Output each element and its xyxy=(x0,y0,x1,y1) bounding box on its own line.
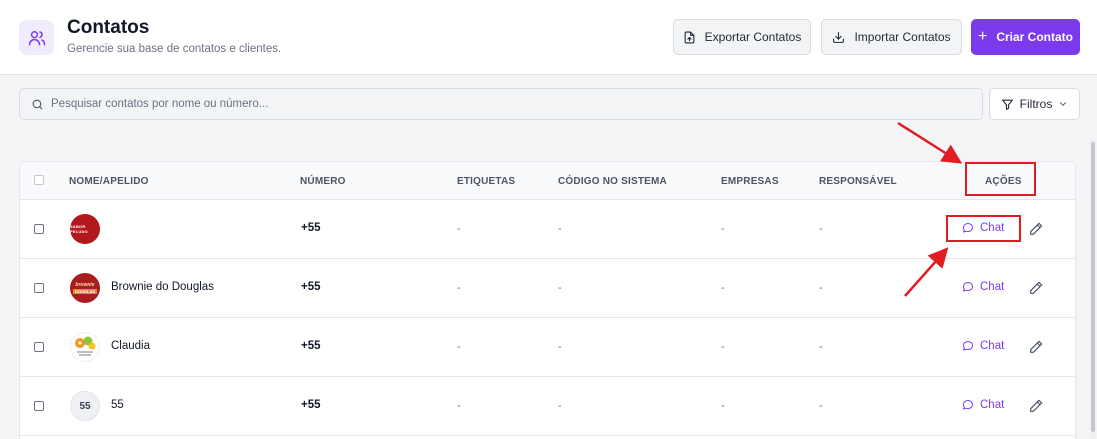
column-header-companies[interactable]: EMPRESAS xyxy=(721,176,779,187)
contact-system-code: - xyxy=(558,341,562,353)
table-row: SABOR PELUDO +55 - - - - Chat xyxy=(20,200,1075,259)
edit-pencil-icon[interactable] xyxy=(1028,221,1044,237)
column-header-system-code[interactable]: CÓDIGO NO SISTEMA xyxy=(558,176,667,187)
chat-label: Chat xyxy=(980,340,1005,352)
contact-name: 55 xyxy=(111,399,124,411)
chevron-down-icon xyxy=(1060,102,1067,106)
export-contacts-button[interactable]: Exportar Contatos xyxy=(673,19,811,55)
chat-bubble-icon xyxy=(963,282,973,292)
users-icon xyxy=(19,20,54,55)
contact-name: Claudia xyxy=(111,340,150,352)
chat-bubble-icon xyxy=(963,400,973,410)
row-checkbox[interactable] xyxy=(34,283,44,293)
edit-pencil-icon[interactable] xyxy=(1028,280,1044,296)
avatar: SABOR PELUDO xyxy=(70,214,100,244)
contacts-table: NOME/APELIDO NÚMERO ETIQUETAS CÓDIGO NO … xyxy=(19,161,1076,439)
arrow-to-actions-header xyxy=(897,121,963,164)
avatar: brownie DOUGLAS xyxy=(70,273,100,303)
contact-tags: - xyxy=(457,282,461,294)
table-row: 55 55 +55 - - - - Chat xyxy=(20,377,1075,436)
contact-system-code: - xyxy=(558,400,562,412)
chat-label: Chat xyxy=(980,281,1005,293)
select-all-checkbox[interactable] xyxy=(34,175,44,185)
contact-system-code: - xyxy=(558,223,562,235)
export-contacts-label: Exportar Contatos xyxy=(704,30,802,44)
avatar-initials: 55 xyxy=(79,400,91,412)
edit-pencil-icon[interactable] xyxy=(1028,339,1044,355)
page-title: Contatos xyxy=(67,17,150,38)
filters-button[interactable]: Filtros xyxy=(989,88,1080,120)
create-contact-label: Criar Contato xyxy=(996,30,1073,44)
column-header-responsible[interactable]: RESPONSÁVEL xyxy=(819,176,897,187)
table-row: brownie DOUGLAS Brownie do Douglas +55 -… xyxy=(20,259,1075,318)
avatar xyxy=(70,332,100,362)
contact-tags: - xyxy=(457,400,461,412)
search-icon xyxy=(32,99,43,109)
contact-number: +55 xyxy=(301,340,321,352)
column-header-tags[interactable]: ETIQUETAS xyxy=(457,176,515,187)
row-checkbox[interactable] xyxy=(34,224,44,234)
contact-responsible: - xyxy=(819,282,823,294)
column-header-number[interactable]: NÚMERO xyxy=(300,176,346,187)
filter-icon xyxy=(1001,99,1013,110)
contact-name: Brownie do Douglas xyxy=(111,281,214,293)
plus-icon: + xyxy=(977,28,988,45)
import-contacts-label: Importar Contatos xyxy=(854,30,951,44)
contact-responsible: - xyxy=(819,223,823,235)
page-subtitle: Gerencie sua base de contatos e clientes… xyxy=(67,43,282,55)
table-header: NOME/APELIDO NÚMERO ETIQUETAS CÓDIGO NO … xyxy=(20,162,1075,200)
avatar-logo-text: brownie xyxy=(75,281,95,288)
page-header: Contatos Gerencie sua base de contatos e… xyxy=(0,0,1097,75)
search-bar xyxy=(19,88,983,120)
chat-button[interactable]: Chat xyxy=(962,396,1004,414)
contact-number: +55 xyxy=(301,281,321,293)
avatar-logo-subtext: DOUGLAS xyxy=(73,288,97,294)
row-checkbox[interactable] xyxy=(34,342,44,352)
download-icon xyxy=(833,31,845,43)
avatar-logo-text: SABOR PELUDO xyxy=(70,224,88,234)
contact-number: +55 xyxy=(301,222,321,234)
chat-button[interactable]: Chat xyxy=(962,278,1004,296)
row-checkbox[interactable] xyxy=(34,401,44,411)
contact-companies: - xyxy=(721,282,725,294)
contact-companies: - xyxy=(721,341,725,353)
create-contact-button[interactable]: + Criar Contato xyxy=(971,19,1080,55)
edit-pencil-icon[interactable] xyxy=(1028,398,1044,414)
search-input[interactable] xyxy=(51,98,971,110)
contact-responsible: - xyxy=(819,341,823,353)
file-export-icon xyxy=(684,31,695,43)
column-header-name[interactable]: NOME/APELIDO xyxy=(69,176,149,187)
actions-header-highlight xyxy=(965,162,1036,196)
contact-system-code: - xyxy=(558,282,562,294)
contact-responsible: - xyxy=(819,400,823,412)
contact-tags: - xyxy=(457,223,461,235)
chat-button-highlight xyxy=(946,215,1021,242)
contact-companies: - xyxy=(721,223,725,235)
chat-label: Chat xyxy=(980,399,1005,411)
table-row: Claudia +55 - - - - Chat xyxy=(20,318,1075,377)
contact-companies: - xyxy=(721,400,725,412)
chat-bubble-icon xyxy=(963,341,973,351)
contact-number: +55 xyxy=(301,399,321,411)
scrollbar-thumb[interactable] xyxy=(1091,142,1095,432)
filters-label: Filtros xyxy=(1019,97,1053,111)
import-contacts-button[interactable]: Importar Contatos xyxy=(821,19,962,55)
flower-logo-icon xyxy=(75,336,96,356)
chat-button[interactable]: Chat xyxy=(962,337,1004,355)
contact-tags: - xyxy=(457,341,461,353)
avatar: 55 xyxy=(70,391,100,421)
